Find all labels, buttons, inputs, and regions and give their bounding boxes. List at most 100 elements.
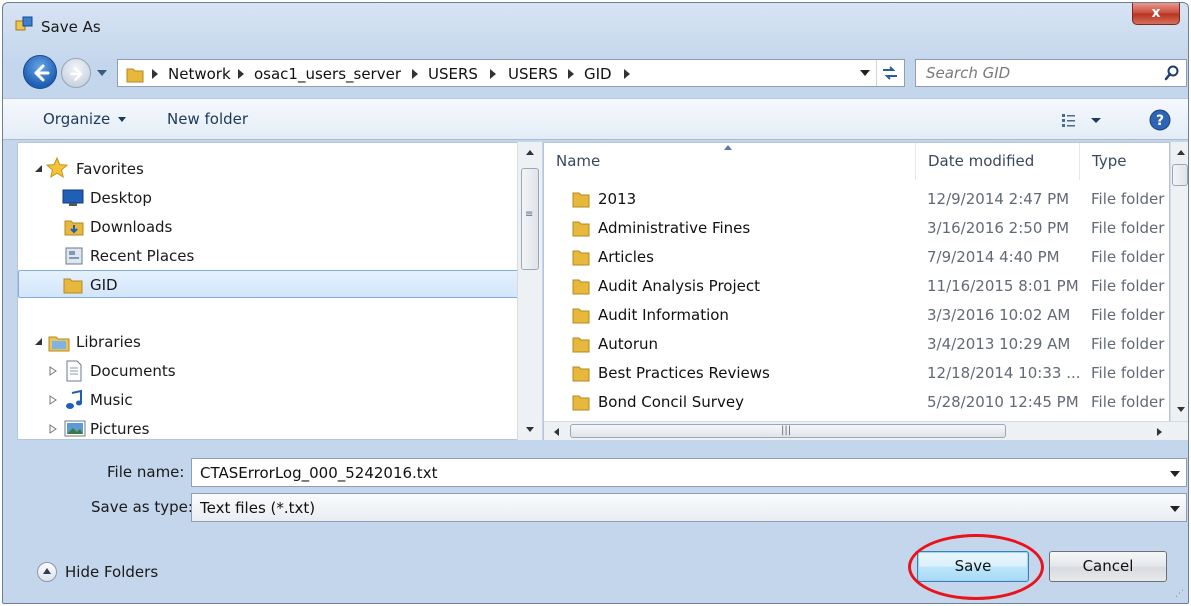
scroll-up-arrow-icon[interactable]: [1176, 148, 1186, 156]
folder-icon: [572, 337, 590, 353]
breadcrumb-users-2[interactable]: USERS: [508, 65, 558, 83]
recent-places-icon: [65, 247, 83, 265]
refresh-button[interactable]: [876, 60, 904, 86]
file-row[interactable]: Audit Analysis Project 11/16/2015 8:01 P…: [544, 272, 1169, 301]
scrollbar-thumb[interactable]: |||: [570, 424, 1006, 438]
file-list-horizontal-scrollbar[interactable]: |||: [543, 421, 1188, 440]
file-name-input[interactable]: [200, 463, 1140, 483]
desktop-label: Desktop: [90, 189, 152, 207]
folder-icon: [63, 278, 83, 294]
breadcrumb-separator-icon[interactable]: [238, 69, 244, 79]
chevron-down-icon[interactable]: [1170, 471, 1180, 477]
breadcrumb-separator-icon[interactable]: [152, 69, 158, 79]
tree-item-documents[interactable]: Documents: [18, 357, 520, 385]
scroll-up-arrow-icon[interactable]: [525, 148, 535, 156]
column-header-type[interactable]: Type: [1080, 143, 1169, 180]
address-dropdown-icon[interactable]: [860, 70, 870, 76]
folder-icon: [126, 68, 144, 83]
tree-libraries[interactable]: Libraries: [18, 328, 520, 356]
file-type: File folder: [1091, 219, 1165, 237]
file-row[interactable]: Articles 7/9/2014 4:40 PM File folder: [544, 243, 1169, 272]
breadcrumb-network[interactable]: Network: [168, 65, 231, 83]
file-name: Articles: [598, 248, 654, 266]
file-name: Audit Analysis Project: [598, 277, 760, 295]
tree-item-music[interactable]: Music: [18, 386, 520, 414]
scrollbar-grip-icon: ≡: [525, 209, 534, 220]
breadcrumb-osac1-users-server[interactable]: osac1_users_server: [254, 65, 401, 83]
folder-icon: [572, 395, 590, 411]
breadcrumb-separator-icon[interactable]: [568, 69, 574, 79]
tree-item-downloads[interactable]: Downloads: [18, 213, 520, 241]
back-button[interactable]: [23, 55, 57, 89]
tree-item-desktop[interactable]: Desktop: [18, 184, 520, 212]
cancel-button[interactable]: Cancel: [1049, 551, 1167, 582]
collapsed-triangle-icon[interactable]: [48, 424, 58, 434]
help-icon[interactable]: ?: [1149, 109, 1171, 131]
window-title: Save As: [41, 18, 101, 36]
file-row[interactable]: Autorun 3/4/2013 10:29 AM File folder: [544, 330, 1169, 359]
music-label: Music: [90, 391, 133, 409]
collapsed-triangle-icon[interactable]: [48, 366, 58, 376]
folder-icon: [572, 221, 590, 237]
file-row[interactable]: 2013 12/9/2014 2:47 PM File folder: [544, 185, 1169, 214]
file-type: File folder: [1091, 248, 1165, 266]
resize-grip-icon[interactable]: ⋰: [1175, 589, 1184, 599]
scroll-right-arrow-icon[interactable]: [1156, 427, 1164, 437]
column-header-name[interactable]: Name: [544, 143, 916, 180]
file-row[interactable]: Audit Information 3/3/2016 10:02 AM File…: [544, 301, 1169, 330]
search-icon[interactable]: [1164, 65, 1180, 81]
scroll-left-arrow-icon[interactable]: [552, 427, 560, 437]
search-box[interactable]: [915, 59, 1187, 87]
save-as-type-select[interactable]: Text files (*.txt): [191, 493, 1187, 522]
downloads-label: Downloads: [90, 218, 173, 236]
address-bar[interactable]: Network osac1_users_server USERS USERS G…: [117, 59, 905, 87]
file-name: Administrative Fines: [598, 219, 751, 237]
forward-arrow-icon: [70, 67, 83, 81]
tree-item-gid[interactable]: GID: [18, 270, 520, 298]
column-header-date-modified[interactable]: Date modified: [916, 143, 1080, 180]
collapsed-triangle-icon[interactable]: [48, 395, 58, 405]
close-button[interactable]: x: [1132, 3, 1180, 25]
file-row[interactable]: Administrative Fines 3/16/2016 2:50 PM F…: [544, 214, 1169, 243]
file-type: File folder: [1091, 277, 1165, 295]
scrollbar-thumb[interactable]: ≡: [521, 168, 539, 270]
forward-button[interactable]: [61, 58, 91, 88]
breadcrumb-separator-icon[interactable]: [624, 69, 630, 79]
breadcrumb-separator-icon[interactable]: [490, 69, 496, 79]
organize-menu[interactable]: Organize: [43, 110, 127, 128]
tree-item-pictures[interactable]: Pictures: [18, 415, 520, 439]
file-date: 12/9/2014 2:47 PM: [927, 190, 1070, 208]
file-type: File folder: [1091, 393, 1165, 411]
tree-favorites[interactable]: Favorites: [18, 155, 520, 183]
save-button[interactable]: Save: [917, 551, 1029, 582]
file-type: File folder: [1091, 306, 1165, 324]
save-as-type-value: Text files (*.txt): [200, 499, 316, 517]
folder-icon: [572, 366, 590, 382]
file-row[interactable]: Best Practices Reviews 12/18/2014 10:33 …: [544, 359, 1169, 388]
save-as-dialog: Save As x Network osac1_users_server USE…: [2, 2, 1189, 604]
folder-icon: [572, 192, 590, 208]
libraries-label: Libraries: [76, 333, 141, 351]
file-name-field[interactable]: [191, 458, 1187, 487]
breadcrumb-gid[interactable]: GID: [584, 65, 612, 83]
documents-label: Documents: [90, 362, 176, 380]
scroll-down-arrow-icon[interactable]: [525, 426, 535, 434]
search-input[interactable]: [926, 63, 1156, 83]
expanded-triangle-icon[interactable]: [34, 337, 44, 347]
expanded-triangle-icon[interactable]: [34, 164, 44, 174]
new-folder-button[interactable]: New folder: [167, 110, 248, 128]
view-options-icon[interactable]: [1061, 112, 1105, 128]
gid-label: GID: [90, 276, 118, 294]
breadcrumb-separator-icon[interactable]: [412, 69, 418, 79]
navigation-pane-scrollbar[interactable]: ≡: [517, 142, 542, 440]
breadcrumb-users[interactable]: USERS: [428, 65, 478, 83]
chevron-down-icon[interactable]: [1170, 506, 1180, 512]
scrollbar-thumb[interactable]: [1172, 164, 1188, 186]
hide-folders-label: Hide Folders: [65, 563, 159, 581]
tree-item-recent-places[interactable]: Recent Places: [18, 242, 520, 270]
file-list-vertical-scrollbar[interactable]: [1170, 142, 1188, 422]
file-row[interactable]: Bond Concil Survey 5/28/2010 12:45 PM Fi…: [544, 388, 1169, 417]
recent-locations-chevron-icon[interactable]: [95, 66, 109, 80]
file-list: Name Date modified Type 2013 12/9/2014 2…: [543, 142, 1170, 422]
scroll-down-arrow-icon[interactable]: [1176, 406, 1186, 414]
